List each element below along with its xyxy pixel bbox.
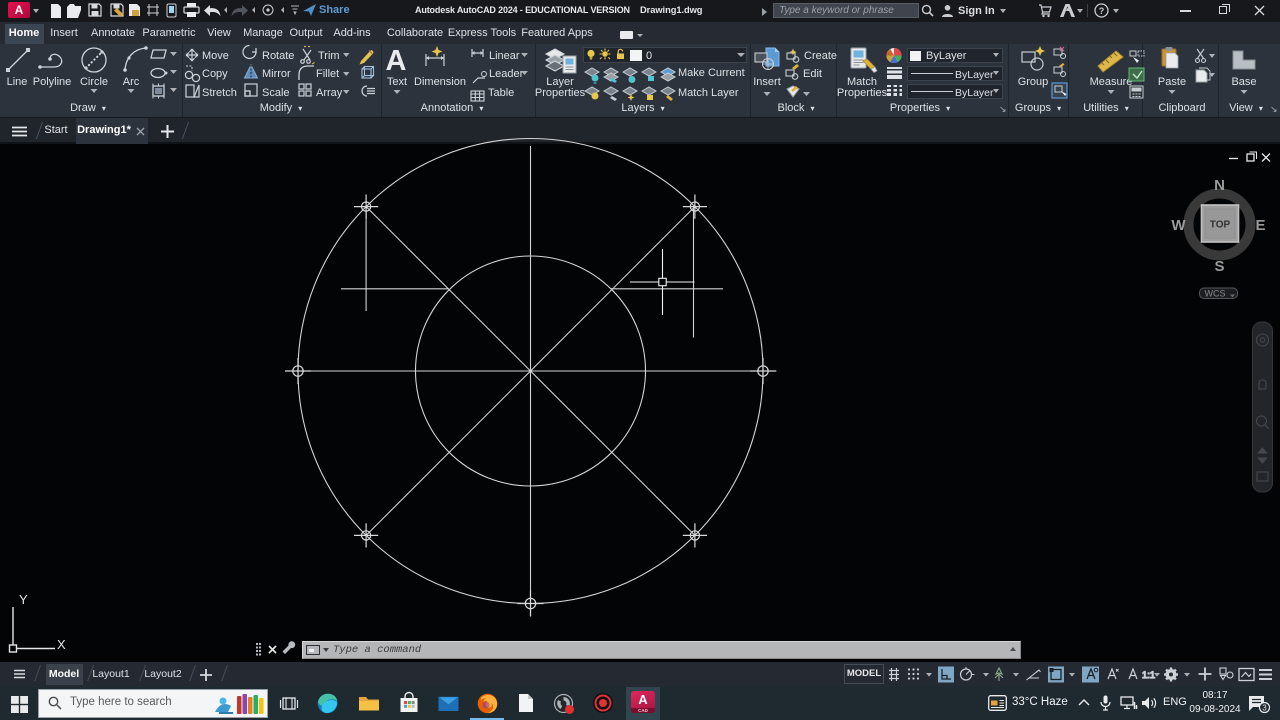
- svg-text:?: ?: [1099, 6, 1105, 16]
- svg-text:A: A: [386, 45, 407, 77]
- svg-text:X: X: [57, 637, 66, 652]
- svg-text:N: N: [1214, 177, 1225, 194]
- svg-text:WCS: WCS: [1205, 289, 1226, 299]
- svg-text:W: W: [1171, 217, 1186, 234]
- svg-text:Y: Y: [19, 592, 28, 607]
- svg-text:3: 3: [1262, 704, 1267, 713]
- svg-text:TOP: TOP: [1210, 220, 1231, 231]
- svg-text:S: S: [1214, 258, 1224, 275]
- svg-text:E: E: [1255, 217, 1265, 234]
- svg-text:1:1: 1:1: [1142, 670, 1155, 681]
